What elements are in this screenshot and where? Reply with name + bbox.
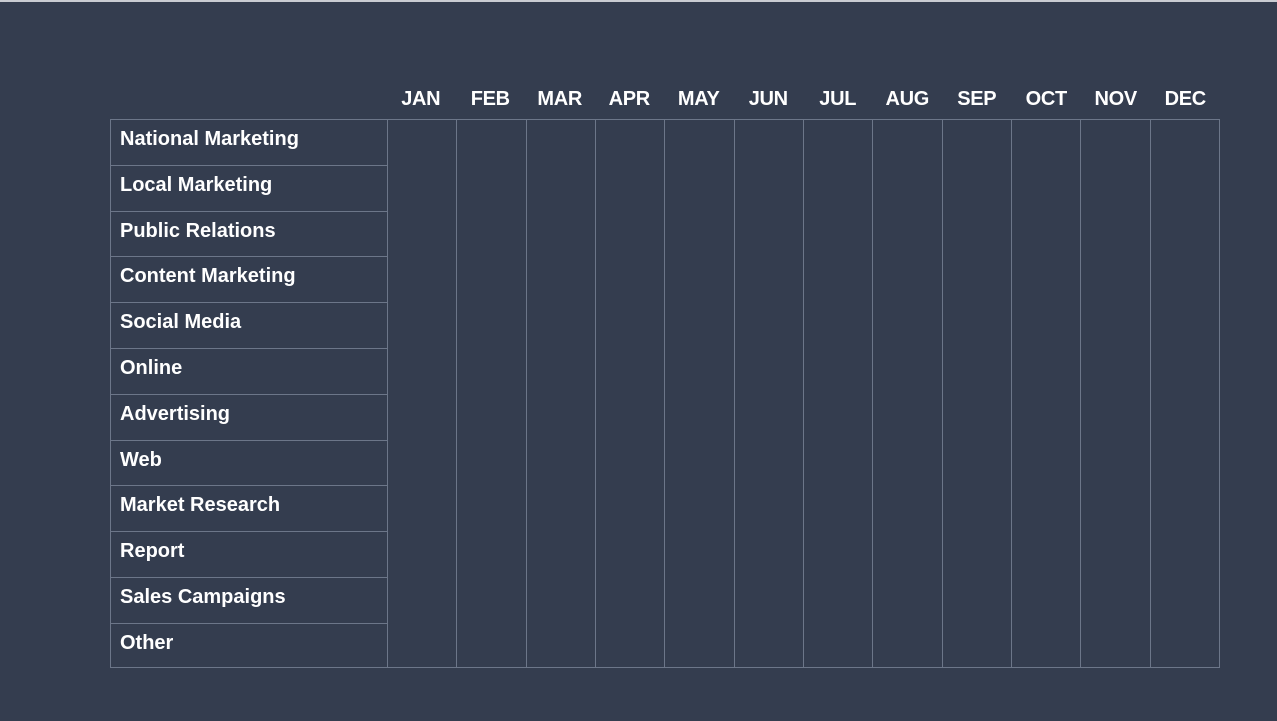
category-row: Online xyxy=(111,349,387,395)
month-column-divider xyxy=(733,120,735,667)
month-header-apr: APR xyxy=(608,88,651,110)
category-row: Sales Campaigns xyxy=(111,578,387,624)
month-column-divider xyxy=(595,120,596,667)
category-row: National Marketing xyxy=(111,120,387,166)
category-row: Social Media xyxy=(111,303,387,349)
window-top-border xyxy=(0,0,1277,2)
month-header-jul: JUL xyxy=(819,88,857,110)
category-column: National Marketing Local Marketing Publi… xyxy=(111,120,388,667)
month-column-divider xyxy=(872,120,874,667)
month-header-nov: NOV xyxy=(1094,88,1138,110)
category-row: Public Relations xyxy=(111,212,387,258)
month-column-divider xyxy=(1011,120,1012,667)
category-row: Market Research xyxy=(111,486,387,533)
category-row: Local Marketing xyxy=(111,166,387,212)
category-row: Report xyxy=(111,532,387,578)
month-header-dec: DEC xyxy=(1164,88,1207,110)
month-header: JAN FEB MAR APR MAY JUN JUL AUG SEP OCT … xyxy=(386,84,1220,114)
month-header-may: MAY xyxy=(677,88,720,110)
category-row: Content Marketing xyxy=(111,257,387,304)
month-column-divider xyxy=(1080,120,1082,667)
month-column-divider xyxy=(525,120,527,667)
month-header-mar: MAR xyxy=(537,88,583,110)
category-row: Advertising xyxy=(111,395,387,441)
category-row: Other xyxy=(120,631,174,654)
month-column-divider xyxy=(941,120,943,667)
month-header-oct: OCT xyxy=(1025,88,1068,110)
month-header-jan: JAN xyxy=(401,88,441,110)
category-row: Web xyxy=(111,441,387,487)
month-column-divider xyxy=(803,120,804,667)
month-header-aug: AUG xyxy=(885,88,930,110)
month-header-sep: SEP xyxy=(957,88,997,110)
month-header-jun: JUN xyxy=(748,88,788,110)
month-column-divider xyxy=(1149,120,1151,667)
month-column-divider xyxy=(664,120,666,667)
marketing-calendar-grid: National Marketing Local Marketing Publi… xyxy=(110,119,1220,668)
month-header-feb: FEB xyxy=(470,88,510,110)
month-column-divider xyxy=(456,120,458,667)
